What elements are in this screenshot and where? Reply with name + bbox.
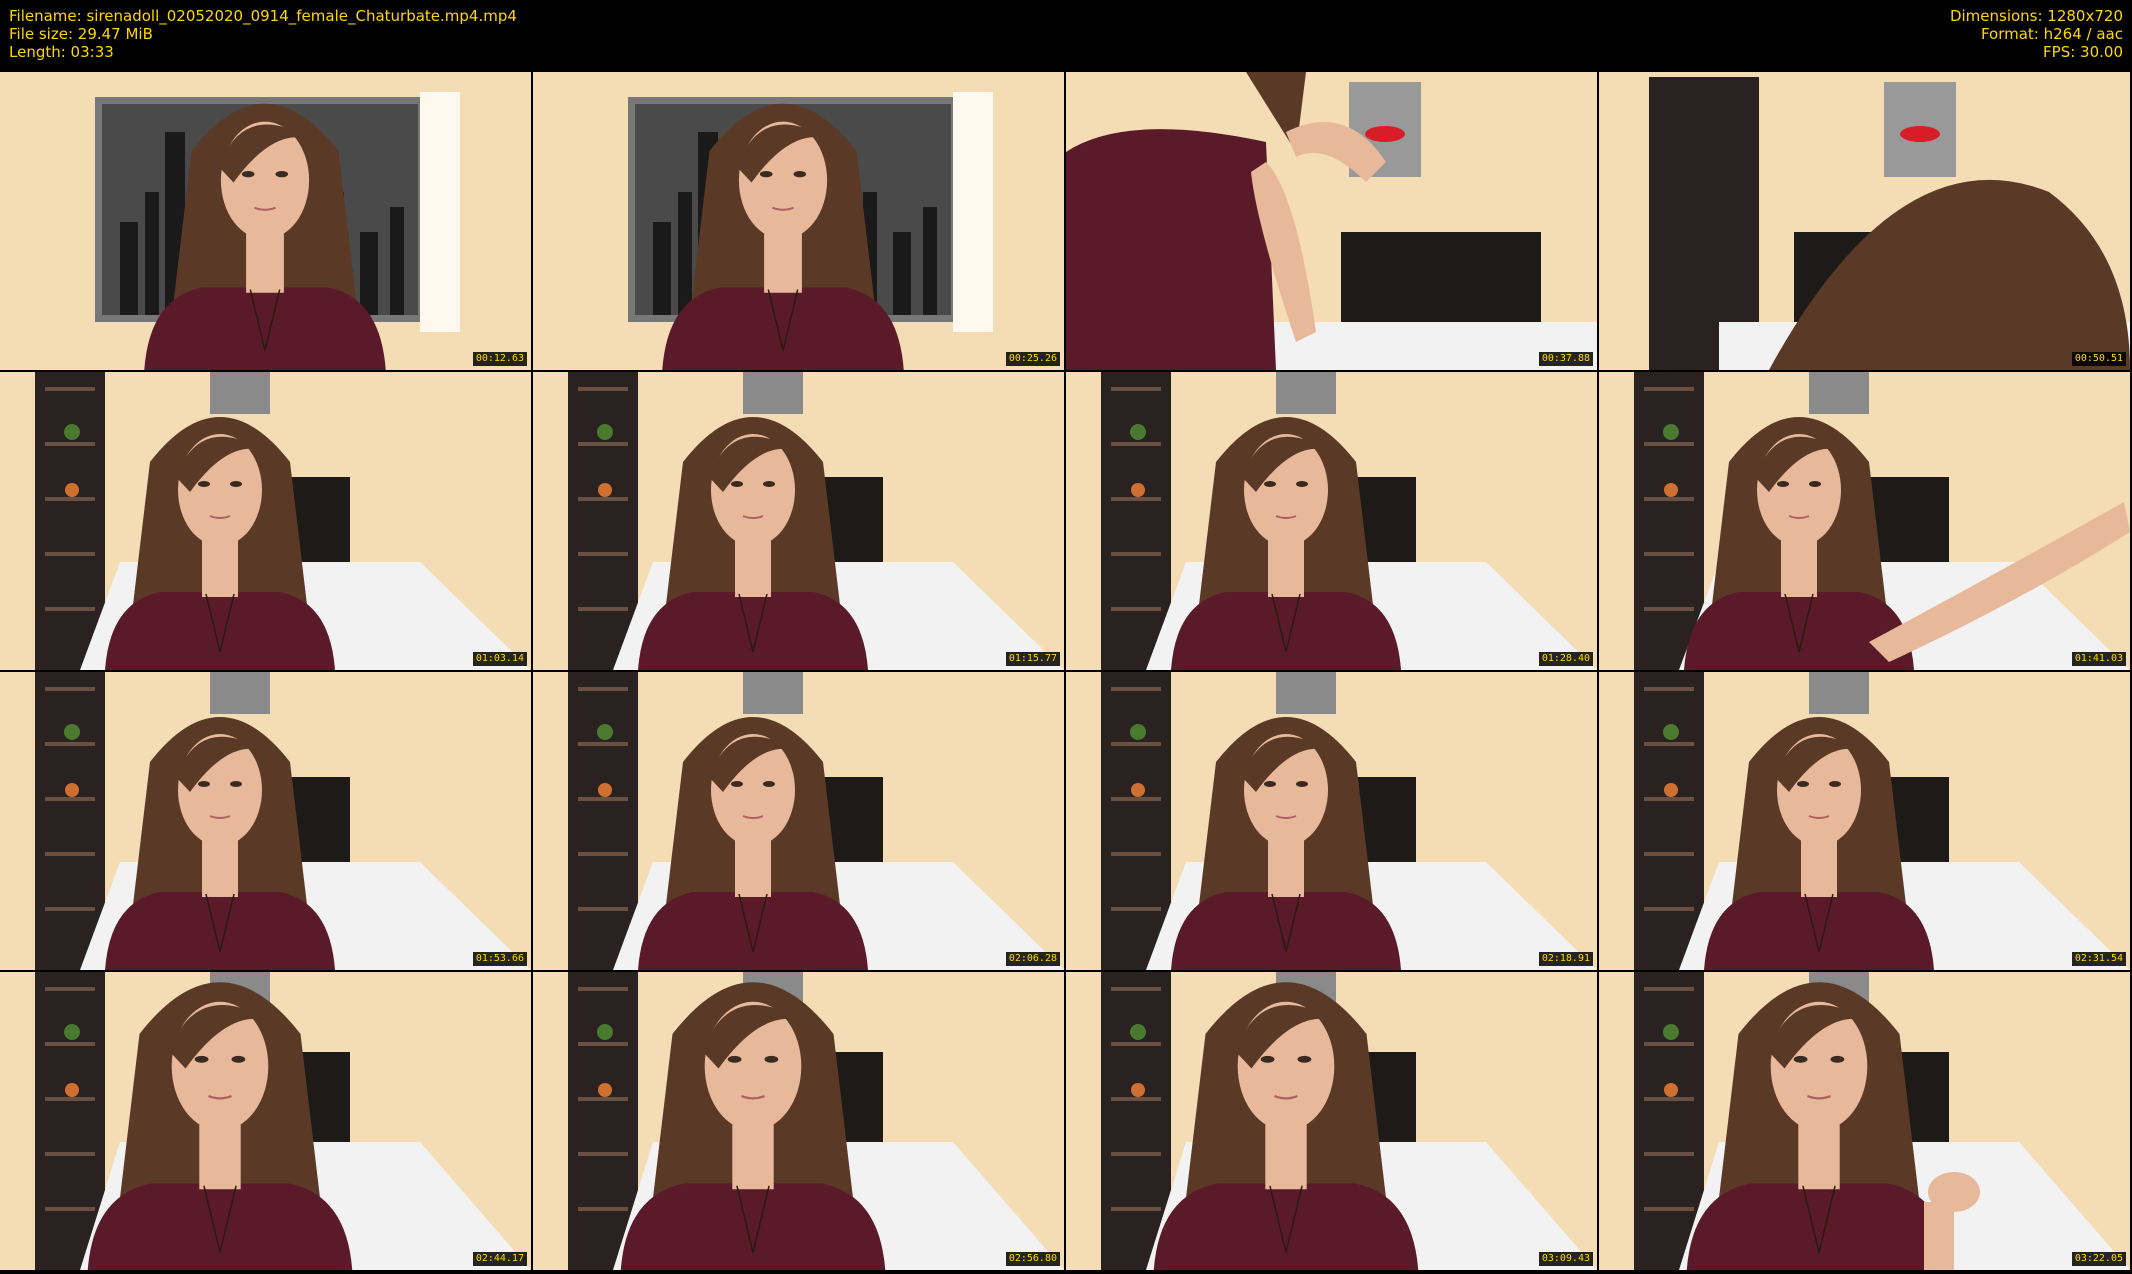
timestamp-label: 00:50.51 xyxy=(2071,352,2126,366)
thumbnail-7: 01:28.40 xyxy=(1066,372,1597,670)
thumbnail-image xyxy=(533,372,1064,670)
thumbnail-image xyxy=(1066,72,1597,370)
thumbnail-image xyxy=(1066,372,1597,670)
timestamp-label: 03:09.43 xyxy=(1538,1252,1593,1266)
thumbnail-6: 01:15.77 xyxy=(533,372,1064,670)
thumbnail-image xyxy=(0,372,531,670)
thumbnail-14: 02:56.80 xyxy=(533,972,1064,1270)
timestamp-label: 02:56.80 xyxy=(1005,1252,1060,1266)
fps-text: FPS: 30.00 xyxy=(2043,43,2123,61)
timestamp-label: 01:41.03 xyxy=(2071,652,2126,666)
format-text: Format: h264 / aac xyxy=(1980,25,2123,43)
thumbnail-4: 00:50.51 xyxy=(1599,72,2130,370)
thumbnail-3: 00:37.88 xyxy=(1066,72,1597,370)
thumbnail-image xyxy=(533,972,1064,1270)
timestamp-label: 02:44.17 xyxy=(472,1252,527,1266)
timestamp-label: 03:22.05 xyxy=(2071,1252,2126,1266)
timestamp-label: 01:15.77 xyxy=(1005,652,1060,666)
file-size-text: File size: 29.47 MiB xyxy=(9,25,153,43)
thumbnail-10: 02:06.28 xyxy=(533,672,1064,970)
metadata-right: Dimensions: 1280x720 Format: h264 / aac … xyxy=(1950,7,2123,61)
thumbnail-image xyxy=(533,72,1064,370)
timestamp-label: 02:18.91 xyxy=(1538,952,1593,966)
thumbnail-image xyxy=(1599,372,2130,670)
thumbnail-9: 01:53.66 xyxy=(0,672,531,970)
thumbnail-image xyxy=(533,672,1064,970)
timestamp-label: 02:06.28 xyxy=(1005,952,1060,966)
filename-text: Filename: sirenadoll_02052020_0914_femal… xyxy=(9,7,517,25)
length-text: Length: 03:33 xyxy=(9,43,114,61)
timestamp-label: 01:53.66 xyxy=(472,952,527,966)
thumbnail-13: 02:44.17 xyxy=(0,972,531,1270)
timestamp-label: 01:28.40 xyxy=(1538,652,1593,666)
thumbnail-image xyxy=(1599,672,2130,970)
thumbnail-12: 02:31.54 xyxy=(1599,672,2130,970)
dimensions-text: Dimensions: 1280x720 xyxy=(1949,7,2123,25)
thumbnail-image xyxy=(1066,972,1597,1270)
thumbnail-image xyxy=(0,972,531,1270)
thumbnail-image xyxy=(1599,72,2130,370)
thumbnail-image xyxy=(0,72,531,370)
contact-sheet: Filename: sirenadoll_02052020_0914_femal… xyxy=(0,0,2132,1274)
thumbnail-image xyxy=(1599,972,2130,1270)
timestamp-label: 02:31.54 xyxy=(2071,952,2126,966)
thumbnail-image xyxy=(1066,672,1597,970)
metadata-header: Filename: sirenadoll_02052020_0914_femal… xyxy=(0,0,2132,72)
thumbnail-16: 03:22.05 xyxy=(1599,972,2130,1270)
thumbnail-11: 02:18.91 xyxy=(1066,672,1597,970)
thumbnail-8: 01:41.03 xyxy=(1599,372,2130,670)
timestamp-label: 01:03.14 xyxy=(472,652,527,666)
thumbnail-5: 01:03.14 xyxy=(0,372,531,670)
timestamp-label: 00:12.63 xyxy=(472,352,527,366)
metadata-left: Filename: sirenadoll_02052020_0914_femal… xyxy=(9,7,517,61)
thumbnail-grid: 00:12.63 00:25.26 00:37.88 00:50.51 01:03.14… xyxy=(0,72,2132,1274)
timestamp-label: 00:25.26 xyxy=(1005,352,1060,366)
thumbnail-image xyxy=(0,672,531,970)
thumbnail-2: 00:25.26 xyxy=(533,72,1064,370)
thumbnail-1: 00:12.63 xyxy=(0,72,531,370)
timestamp-label: 00:37.88 xyxy=(1538,352,1593,366)
thumbnail-15: 03:09.43 xyxy=(1066,972,1597,1270)
